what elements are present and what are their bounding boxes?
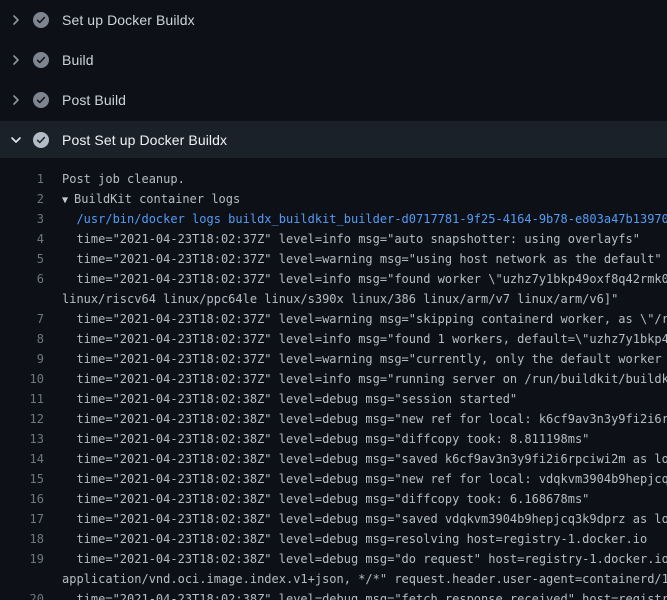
log-line-text: time="2021-04-23T18:02:38Z" level=debug … xyxy=(62,449,667,469)
log-line-text: time="2021-04-23T18:02:37Z" level=info m… xyxy=(62,269,667,289)
log-line-number[interactable]: 9 xyxy=(0,349,44,369)
log-line-number[interactable]: 1 xyxy=(0,169,44,189)
log-line-text: time="2021-04-23T18:02:37Z" level=warnin… xyxy=(62,349,667,369)
log-line-number[interactable]: 5 xyxy=(0,249,44,269)
log-line: 3 /usr/bin/docker logs buildx_buildkit_b… xyxy=(0,209,667,229)
log-line-number[interactable]: 11 xyxy=(0,389,44,409)
step-label: Post Set up Docker Buildx xyxy=(62,132,227,148)
log-line-text: time="2021-04-23T18:02:38Z" level=debug … xyxy=(62,469,667,489)
log-line-number[interactable]: 6 xyxy=(0,269,44,289)
step-row-post-set-up-docker-buildx[interactable]: Post Set up Docker Buildx xyxy=(0,121,667,158)
chevron-right-icon xyxy=(8,52,24,68)
log-line: linux/riscv64 linux/ppc64le linux/s390x … xyxy=(0,289,667,309)
log-line: 6 time="2021-04-23T18:02:37Z" level=info… xyxy=(0,269,667,289)
log-line: 7 time="2021-04-23T18:02:37Z" level=warn… xyxy=(0,309,667,329)
log-line-number[interactable]: 2 xyxy=(0,189,44,209)
step-label: Build xyxy=(62,52,94,68)
log-line: 4 time="2021-04-23T18:02:37Z" level=info… xyxy=(0,229,667,249)
step-label: Post Build xyxy=(62,92,126,108)
chevron-right-icon xyxy=(8,92,24,108)
group-toggle-icon[interactable]: ▼ xyxy=(62,195,74,206)
log-line-text: Post job cleanup. xyxy=(62,169,185,189)
check-circle-icon xyxy=(33,92,49,108)
step-row-post-build[interactable]: Post Build xyxy=(0,80,667,120)
log-line-number[interactable]: 10 xyxy=(0,369,44,389)
log-line-text: time="2021-04-23T18:02:38Z" level=debug … xyxy=(62,529,647,549)
log-line: 1 Post job cleanup. xyxy=(0,169,667,189)
log-rows: 1 Post job cleanup. 2 ▼ BuildKit container … xyxy=(0,169,667,600)
check-circle-icon xyxy=(33,132,49,148)
log-line-text: time="2021-04-23T18:02:37Z" level=warnin… xyxy=(62,249,662,269)
check-circle-icon xyxy=(33,12,49,28)
log-line: 12 time="2021-04-23T18:02:38Z" level=deb… xyxy=(0,409,667,429)
log-line-number xyxy=(0,569,44,589)
log-line-number[interactable]: 3 xyxy=(0,209,44,229)
log-line-text: time="2021-04-23T18:02:38Z" level=debug … xyxy=(62,509,667,529)
log-line: 9 time="2021-04-23T18:02:37Z" level=warn… xyxy=(0,349,667,369)
log-line: 16 time="2021-04-23T18:02:38Z" level=deb… xyxy=(0,489,667,509)
log-line-text: linux/riscv64 linux/ppc64le linux/s390x … xyxy=(62,289,618,309)
step-row-build[interactable]: Build xyxy=(0,40,667,80)
log-line-text: time="2021-04-23T18:02:38Z" level=debug … xyxy=(62,429,589,449)
log-line: 13 time="2021-04-23T18:02:38Z" level=deb… xyxy=(0,429,667,449)
log-line-text: application/vnd.oci.image.index.v1+json,… xyxy=(62,569,667,589)
log-line: 5 time="2021-04-23T18:02:37Z" level=warn… xyxy=(0,249,667,269)
log-line-text: time="2021-04-23T18:02:38Z" level=debug … xyxy=(62,489,589,509)
log-line-text: time="2021-04-23T18:02:38Z" level=debug … xyxy=(62,589,667,600)
log-line: 15 time="2021-04-23T18:02:38Z" level=deb… xyxy=(0,469,667,489)
log-viewer: 1 Post job cleanup. 2 ▼ BuildKit container … xyxy=(0,158,667,600)
log-line-text: time="2021-04-23T18:02:37Z" level=info m… xyxy=(62,329,667,349)
log-line-number[interactable]: 8 xyxy=(0,329,44,349)
log-line: 20 time="2021-04-23T18:02:38Z" level=deb… xyxy=(0,589,667,600)
log-line-number[interactable]: 19 xyxy=(0,549,44,569)
log-line-number[interactable]: 12 xyxy=(0,409,44,429)
log-line-text[interactable]: ▼ BuildKit container logs xyxy=(62,189,240,209)
log-line-number[interactable]: 14 xyxy=(0,449,44,469)
log-line-number xyxy=(0,289,44,309)
steps-list: Set up Docker Buildx Build Post Build Po… xyxy=(0,0,667,158)
log-line-number[interactable]: 17 xyxy=(0,509,44,529)
chevron-right-icon xyxy=(8,12,24,28)
log-line-number[interactable]: 4 xyxy=(0,229,44,249)
check-circle-icon xyxy=(33,52,49,68)
log-line: application/vnd.oci.image.index.v1+json,… xyxy=(0,569,667,589)
log-line: 17 time="2021-04-23T18:02:38Z" level=deb… xyxy=(0,509,667,529)
log-line: 18 time="2021-04-23T18:02:38Z" level=deb… xyxy=(0,529,667,549)
log-line-number[interactable]: 18 xyxy=(0,529,44,549)
log-line: 2 ▼ BuildKit container logs xyxy=(0,189,667,209)
log-line-text: time="2021-04-23T18:02:37Z" level=info m… xyxy=(62,369,667,389)
log-line-text: time="2021-04-23T18:02:38Z" level=debug … xyxy=(62,389,517,409)
log-line: 11 time="2021-04-23T18:02:38Z" level=deb… xyxy=(0,389,667,409)
log-line-text: time="2021-04-23T18:02:37Z" level=info m… xyxy=(62,229,640,249)
log-line: 14 time="2021-04-23T18:02:38Z" level=deb… xyxy=(0,449,667,469)
log-line-text: time="2021-04-23T18:02:37Z" level=warnin… xyxy=(62,309,667,329)
log-command-text: /usr/bin/docker logs buildx_buildkit_bui… xyxy=(62,209,667,229)
log-line-number[interactable]: 20 xyxy=(0,589,44,600)
log-line-number[interactable]: 16 xyxy=(0,489,44,509)
log-line: 8 time="2021-04-23T18:02:37Z" level=info… xyxy=(0,329,667,349)
log-line: 10 time="2021-04-23T18:02:37Z" level=inf… xyxy=(0,369,667,389)
step-row-set-up-docker-buildx[interactable]: Set up Docker Buildx xyxy=(0,0,667,40)
log-line-number[interactable]: 15 xyxy=(0,469,44,489)
log-line-number[interactable]: 7 xyxy=(0,309,44,329)
chevron-down-icon xyxy=(8,132,24,148)
log-line-text: time="2021-04-23T18:02:38Z" level=debug … xyxy=(62,409,667,429)
step-label: Set up Docker Buildx xyxy=(62,12,195,28)
log-line-number[interactable]: 13 xyxy=(0,429,44,449)
log-line: 19 time="2021-04-23T18:02:38Z" level=deb… xyxy=(0,549,667,569)
log-line-text: time="2021-04-23T18:02:38Z" level=debug … xyxy=(62,549,667,569)
